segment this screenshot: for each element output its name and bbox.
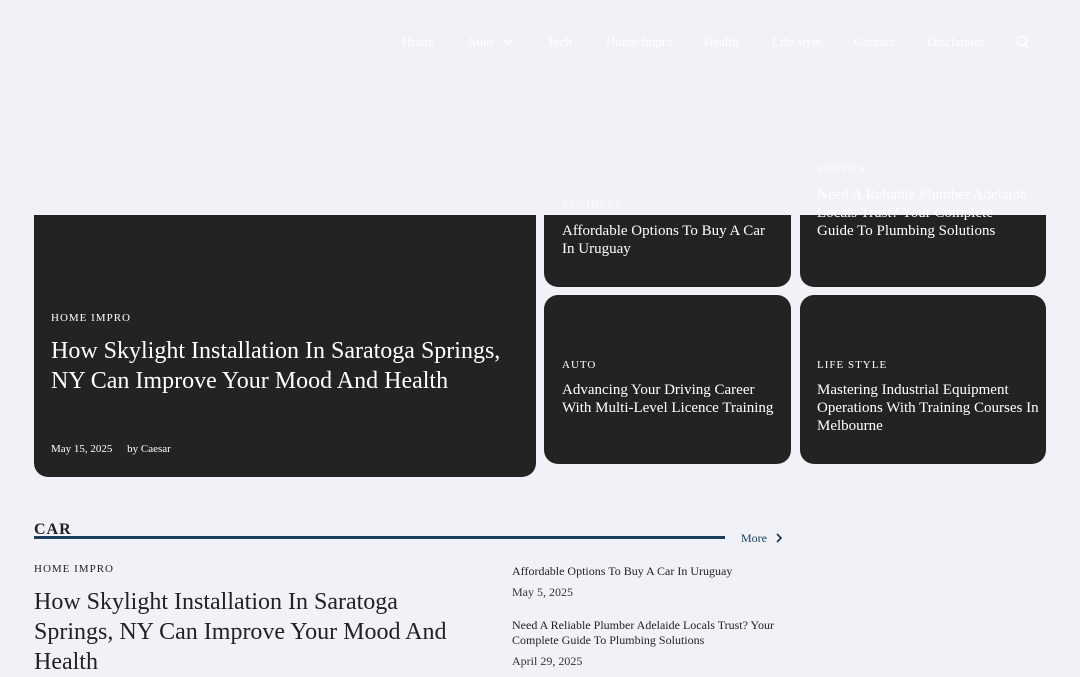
nav-tech[interactable]: Tech — [547, 34, 572, 50]
hero-card-lifestyle[interactable]: LIFE STYLE Mastering Industrial Equipmen… — [800, 295, 1046, 464]
hero-card-service-category[interactable]: SERVICE — [817, 163, 869, 176]
featured-title[interactable]: How Skylight Installation In Saratoga Sp… — [34, 587, 454, 677]
nav-disclaimer[interactable]: Disclaimer — [927, 34, 984, 50]
hero-card-auto-category[interactable]: AUTO — [562, 359, 596, 372]
section-divider — [34, 536, 725, 539]
nav-auto[interactable]: Auto — [467, 34, 493, 50]
hero-main-category[interactable]: HOME IMPRO — [51, 312, 131, 325]
more-link[interactable]: More — [741, 531, 767, 545]
list-item-date: April 29, 2025 — [512, 654, 583, 668]
hero-main-card[interactable]: HOME IMPRO How Skylight Installation In … — [34, 215, 536, 477]
featured-category[interactable]: HOME IMPRO — [34, 563, 114, 576]
nav-home-impro[interactable]: Home Impro — [606, 34, 673, 50]
nav-life-style[interactable]: Life style — [772, 34, 821, 50]
hero-main-meta: May 15, 2025 by Caesar — [51, 443, 183, 456]
list-item-title[interactable]: Need A Reliable Plumber Adelaide Locals … — [512, 618, 782, 648]
hero-card-lifestyle-category[interactable]: LIFE STYLE — [817, 359, 887, 372]
hero-main-date: May 15, 2025 — [51, 443, 113, 455]
nav-health[interactable]: Health — [704, 34, 739, 50]
nav-home[interactable]: Home — [402, 34, 434, 50]
hero-card-auto[interactable]: AUTO Advancing Your Driving Career With … — [544, 295, 791, 464]
hero-card-lifestyle-title[interactable]: Mastering Industrial Equipment Operation… — [817, 381, 1039, 435]
hero-card-business[interactable]: Affordable Options To Buy A Car In Urugu… — [544, 215, 791, 287]
list-item-date: May 5, 2025 — [512, 585, 573, 599]
hero-main-title[interactable]: How Skylight Installation In Saratoga Sp… — [51, 336, 521, 396]
chevron-right-icon[interactable] — [774, 532, 784, 544]
chevron-down-icon[interactable] — [502, 36, 514, 48]
hero-card-auto-title[interactable]: Advancing Your Driving Career With Multi… — [562, 381, 777, 417]
nav-contact[interactable]: Contact — [854, 34, 894, 50]
search-icon[interactable] — [1015, 34, 1031, 50]
hero-card-service-title[interactable]: Need A Reliable Plumber Adelaide Locals … — [817, 186, 1032, 240]
main-nav: Home Auto Tech Home Impro Health Life st… — [0, 34, 1080, 50]
hero-main-author[interactable]: by Caesar — [127, 443, 171, 455]
hero-card-business-category[interactable]: BUSINESS — [562, 199, 622, 212]
list-item-title[interactable]: Affordable Options To Buy A Car In Urugu… — [512, 564, 782, 579]
hero-card-business-title[interactable]: Affordable Options To Buy A Car In Urugu… — [562, 222, 777, 258]
